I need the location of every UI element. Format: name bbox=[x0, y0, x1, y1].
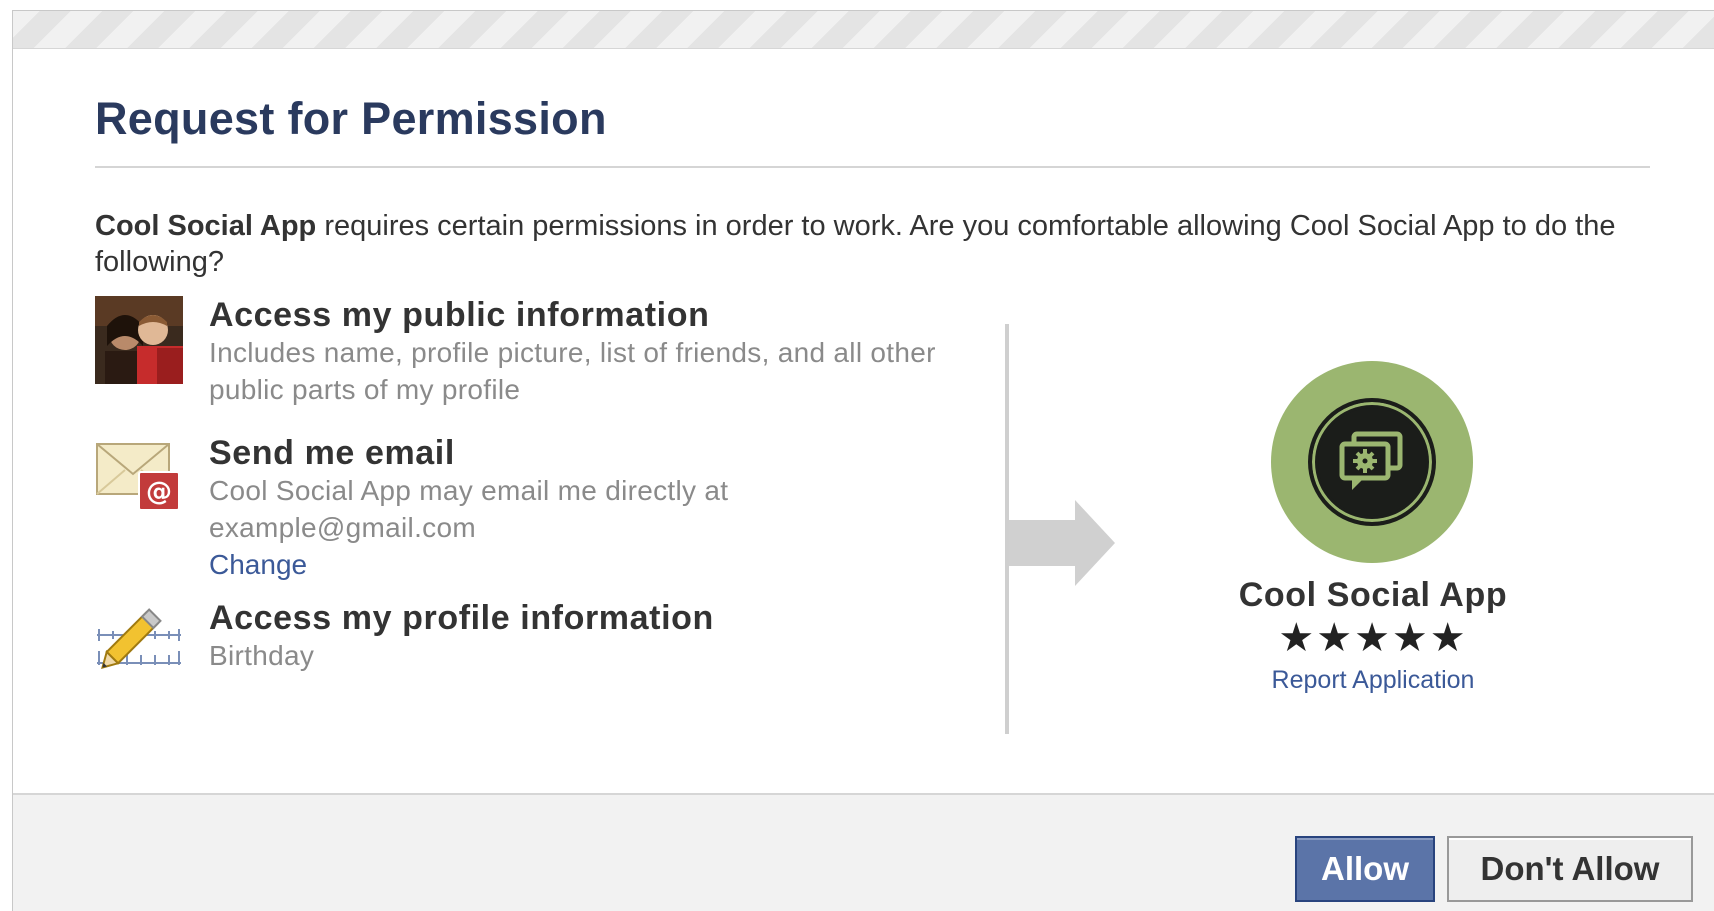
chat-gear-icon bbox=[1308, 398, 1436, 526]
title-divider bbox=[95, 166, 1650, 168]
permission-dialog: Request for Permission Cool Social App r… bbox=[12, 10, 1714, 911]
pencil-ruler-icon bbox=[95, 599, 183, 687]
permission-text: Access my profile information Birthday bbox=[209, 599, 1009, 674]
dont-allow-button[interactable]: Don't Allow bbox=[1447, 836, 1693, 902]
star-rating: ★★★★★ bbox=[1278, 616, 1468, 660]
permission-send-email: @ Send me email Cool Social App may emai… bbox=[95, 434, 1015, 580]
profile-photo-icon bbox=[95, 296, 183, 384]
dialog-header-stripe bbox=[13, 11, 1714, 49]
permission-title: Access my profile information bbox=[209, 599, 714, 637]
dialog-title: Request for Permission bbox=[95, 93, 607, 144]
email-envelope-icon: @ bbox=[95, 434, 183, 522]
app-name: Cool Social App bbox=[1238, 576, 1508, 614]
intro-text: Cool Social App requires certain permiss… bbox=[95, 208, 1655, 280]
app-logo-icon bbox=[1271, 361, 1473, 563]
dialog-footer: Allow Don't Allow bbox=[13, 793, 1714, 911]
permission-profile-info: Access my profile information Birthday bbox=[95, 599, 1015, 679]
permission-public-info: Access my public information Includes na… bbox=[95, 296, 1015, 406]
permission-description: Includes name, profile picture, list of … bbox=[209, 337, 936, 405]
arrow-right-icon-head bbox=[1075, 500, 1115, 586]
report-application-link[interactable]: Report Application bbox=[1173, 666, 1573, 695]
permission-description: Birthday bbox=[209, 640, 315, 671]
svg-text:@: @ bbox=[146, 477, 172, 507]
arrow-right-icon bbox=[1009, 520, 1077, 566]
permission-text: Send me email Cool Social App may email … bbox=[209, 434, 1009, 583]
intro-app-name: Cool Social App bbox=[95, 210, 317, 242]
permission-title: Access my public information bbox=[209, 296, 710, 334]
permission-description: Cool Social App may email me directly at… bbox=[209, 475, 729, 543]
permission-text: Access my public information Includes na… bbox=[209, 296, 1009, 408]
allow-button[interactable]: Allow bbox=[1295, 836, 1435, 902]
change-email-link[interactable]: Change bbox=[209, 546, 1009, 583]
intro-body: requires certain permissions in order to… bbox=[95, 210, 1616, 278]
permission-title: Send me email bbox=[209, 434, 455, 472]
